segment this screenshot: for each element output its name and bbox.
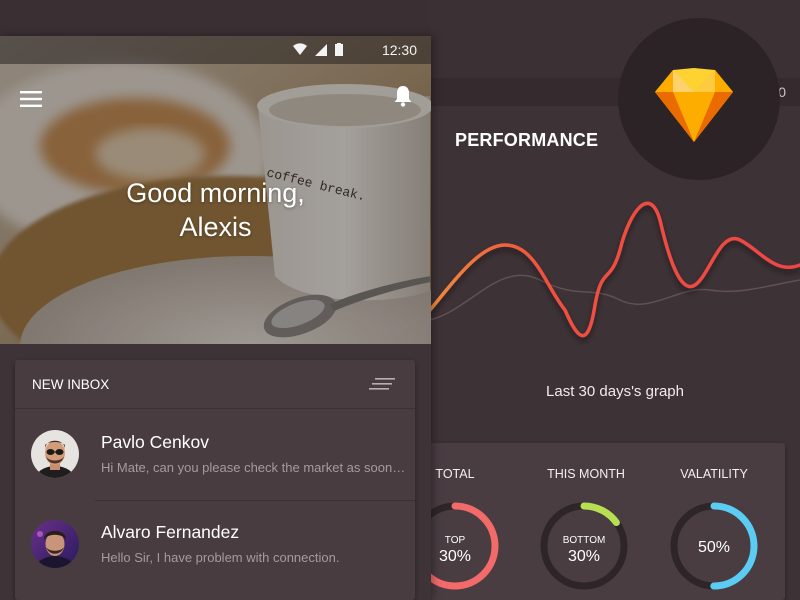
primary-trend-line — [430, 201, 800, 338]
wifi-icon — [293, 43, 307, 55]
donut-volatility: 50% — [670, 502, 758, 590]
sort-icon[interactable] — [369, 378, 395, 390]
bell-icon[interactable] — [393, 85, 413, 107]
sketch-logo — [655, 68, 733, 142]
donut-this-month-value: 30% — [568, 548, 600, 565]
donut-total-value: 30% — [439, 548, 471, 565]
stat-label-this-month: THIS MONTH — [547, 467, 625, 481]
sender-name: Alvaro Fernandez — [101, 522, 240, 542]
graph-caption: Last 30 days's graph — [546, 383, 684, 400]
greeting-user-name: Alexis — [179, 212, 252, 242]
greeting-line-1: Good morning, — [126, 178, 305, 208]
stat-label-total: TOTAL — [435, 467, 475, 481]
status-icons — [293, 43, 343, 56]
hero-image: coffee break. 12:30 Good morning, Alexis — [0, 36, 431, 344]
menu-icon[interactable] — [20, 91, 42, 107]
message-preview: Hi Mate, can you please check the market… — [101, 460, 407, 475]
inbox-message[interactable]: Alvaro Fernandez Hello Sir, I have probl… — [15, 500, 415, 588]
inbox-message[interactable]: Pavlo Cenkov Hi Mate, can you please che… — [15, 410, 415, 498]
avatar — [31, 430, 79, 478]
stat-label-volatility: VALATILITY — [680, 467, 748, 481]
avatar-alvaro — [31, 520, 79, 568]
signal-icon — [315, 44, 327, 56]
greeting: Good morning, Alexis — [0, 176, 431, 244]
secondary-trend-line — [430, 274, 800, 321]
inbox-title: NEW INBOX — [32, 377, 110, 392]
donut-total-sublabel: TOP — [445, 535, 466, 546]
donut-volatility-value: 50% — [698, 539, 730, 556]
inbox-card: NEW INBOX Pavlo Cenkov Hi Mate, can you … — [15, 360, 415, 600]
donut-this-month: BOTTOM 30% — [540, 502, 628, 590]
message-preview: Hello Sir, I have problem with connectio… — [101, 550, 340, 565]
status-bar — [0, 36, 431, 64]
status-time: 12:30 — [381, 42, 417, 58]
performance-line-graph — [430, 201, 800, 338]
donut-this-month-sublabel: BOTTOM — [563, 535, 606, 546]
battery-icon — [335, 43, 343, 56]
page-title: PERFORMANCE — [455, 130, 599, 150]
home-screen: coffee break. 12:30 Good morning, Alexis… — [0, 36, 431, 600]
avatar-pavlo — [31, 430, 79, 478]
inbox-header: NEW INBOX — [15, 360, 415, 409]
sender-name: Pavlo Cenkov — [101, 432, 209, 452]
stats-card: TOTAL THIS MONTH VALATILITY TOP 30% BOTT… — [411, 443, 785, 600]
avatar — [31, 520, 79, 568]
